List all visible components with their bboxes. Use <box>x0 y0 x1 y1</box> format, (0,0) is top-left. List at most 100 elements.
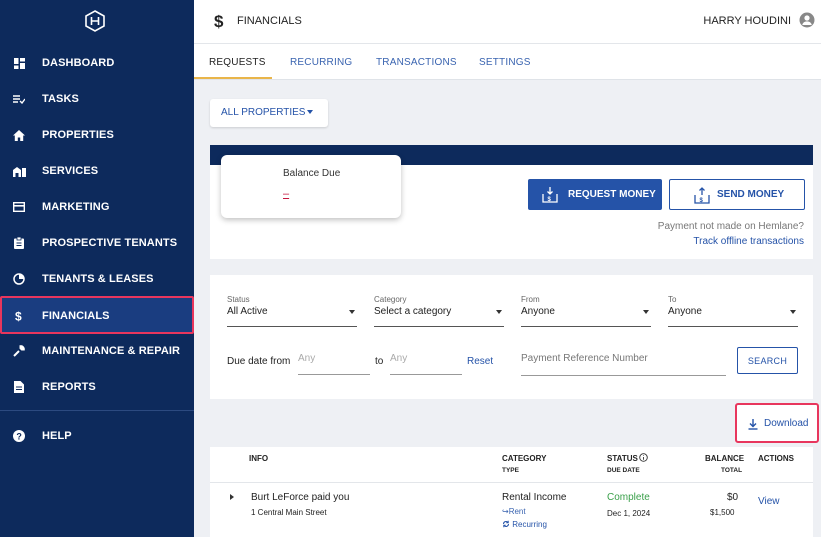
select-underline <box>374 326 504 327</box>
tab-requests[interactable]: REQUESTS <box>209 57 266 68</box>
sidebar-item-label: DASHBOARD <box>42 57 115 69</box>
services-icon <box>12 164 26 178</box>
sidebar-item-label: TENANTS & LEASES <box>42 273 154 285</box>
status-caption: Status <box>227 295 250 304</box>
sidebar-item-prospective-tenants[interactable]: PROSPECTIVE TENANTS <box>0 225 194 261</box>
tab-settings[interactable]: SETTINGS <box>479 57 531 68</box>
sidebar-item-help[interactable]: ? HELP <box>0 418 194 454</box>
recurring-label: Recurring <box>512 520 547 529</box>
sidebar-item-tasks[interactable]: TASKS <box>0 81 194 117</box>
from-caption: From <box>521 295 540 304</box>
request-money-label: REQUEST MONEY <box>568 189 656 200</box>
status-info-icon[interactable] <box>639 453 648 462</box>
sidebar-item-dashboard[interactable]: DASHBOARD <box>0 45 194 81</box>
report-icon <box>12 380 26 394</box>
view-link[interactable]: View <box>758 496 780 507</box>
due-date-from-input[interactable]: Any <box>298 346 370 375</box>
dashboard-icon <box>12 56 26 70</box>
sidebar-item-label: HELP <box>42 430 72 442</box>
tab-bar: REQUESTS RECURRING TRANSACTIONS SETTINGS <box>194 44 821 80</box>
sidebar-item-label: MAINTENANCE & REPAIR <box>42 345 181 357</box>
sidebar-item-maintenance[interactable]: MAINTENANCE & REPAIR <box>0 333 194 369</box>
balance-panel: Balance Due – $ REQUEST MONEY $ SEND MON… <box>210 145 813 259</box>
user-avatar-icon[interactable] <box>799 12 815 28</box>
clipboard-icon <box>12 236 26 250</box>
all-properties-dropdown[interactable]: ALL PROPERTIES <box>210 99 328 127</box>
track-offline-link[interactable]: Track offline transactions <box>693 236 804 247</box>
column-subheader-due-date: DUE DATE <box>607 467 640 474</box>
category-caption: Category <box>374 295 407 304</box>
sidebar-item-tenants-leases[interactable]: TENANTS & LEASES <box>0 261 194 297</box>
row-category: Rental Income <box>502 492 567 503</box>
select-underline <box>227 326 357 327</box>
recurring-indicator: Recurring <box>502 520 547 529</box>
row-address: 1 Central Main Street <box>251 508 327 517</box>
filter-panel: Status All Active Category Select a cate… <box>210 275 813 399</box>
category-value: Select a category <box>374 306 452 317</box>
sidebar-item-label: PROPERTIES <box>42 129 114 141</box>
caret-down-icon <box>307 110 313 114</box>
row-status: Complete <box>607 492 650 503</box>
offline-payment-note: Payment not made on Hemlane? <box>657 221 804 232</box>
to-select[interactable]: To Anyone <box>668 289 798 327</box>
row-balance: $0 <box>727 492 739 503</box>
from-select[interactable]: From Anyone <box>521 289 651 327</box>
column-header-balance: BALANCE <box>705 454 745 463</box>
balance-due-value[interactable]: – <box>283 188 289 200</box>
status-value: All Active <box>227 306 268 317</box>
select-underline <box>668 326 798 327</box>
search-button[interactable]: SEARCH <box>737 347 798 374</box>
column-header-category: CATEGORY <box>502 454 547 463</box>
sidebar-divider <box>0 410 194 411</box>
request-money-button[interactable]: $ REQUEST MONEY <box>528 179 662 210</box>
balance-due-title: Balance Due <box>283 168 341 179</box>
row-total: $1,500 <box>710 508 735 517</box>
column-subheader-type: TYPE <box>502 467 519 474</box>
to-caption: To <box>668 295 677 304</box>
balance-due-card: Balance Due – <box>221 155 401 218</box>
reset-link[interactable]: Reset <box>467 356 493 367</box>
row-title: Burt LeForce paid you <box>251 492 350 503</box>
send-money-button[interactable]: $ SEND MONEY <box>669 179 805 210</box>
send-money-icon: $ <box>694 187 710 204</box>
column-header-status: STATUS <box>607 454 638 463</box>
sidebar-item-label: FINANCIALS <box>42 310 110 322</box>
due-date-label: Due date from <box>227 356 291 367</box>
payment-reference-input[interactable]: Payment Reference Number <box>521 346 726 376</box>
hexagon-logo-icon[interactable] <box>84 10 106 32</box>
recurring-icon <box>503 520 509 528</box>
column-subheader-total: TOTAL <box>721 467 743 474</box>
sidebar-item-properties[interactable]: PROPERTIES <box>0 117 194 153</box>
send-money-label: SEND MONEY <box>717 189 785 200</box>
from-value: Anyone <box>521 306 555 317</box>
status-select[interactable]: Status All Active <box>227 289 357 327</box>
home-icon <box>12 128 26 142</box>
svg-text:$: $ <box>15 310 22 322</box>
sidebar-item-label: MARKETING <box>42 201 110 213</box>
tab-recurring[interactable]: RECURRING <box>290 57 352 68</box>
user-name[interactable]: HARRY HOUDINI <box>703 15 791 27</box>
select-underline <box>521 326 651 327</box>
marketing-icon <box>12 200 26 214</box>
download-icon <box>748 419 758 430</box>
due-date-to-input[interactable]: Any <box>390 346 462 375</box>
row-type: ↪Rent <box>502 507 526 516</box>
sidebar-item-marketing[interactable]: MARKETING <box>0 189 194 225</box>
tasks-icon <box>12 92 26 106</box>
caret-down-icon <box>496 310 502 314</box>
date-to-label: to <box>375 356 384 367</box>
column-header-actions: ACTIONS <box>758 454 794 463</box>
download-button[interactable]: Download <box>735 403 819 443</box>
tab-transactions[interactable]: TRANSACTIONS <box>376 57 457 68</box>
caret-down-icon <box>349 310 355 314</box>
sidebar-item-label: SERVICES <box>42 165 99 177</box>
sidebar-item-services[interactable]: SERVICES <box>0 153 194 189</box>
column-header-info: INFO <box>249 454 269 463</box>
sidebar-item-label: PROSPECTIVE TENANTS <box>42 237 178 249</box>
dollar-icon: $ <box>12 309 26 323</box>
expand-row-icon[interactable] <box>230 494 234 500</box>
wrench-icon <box>12 344 26 358</box>
category-select[interactable]: Category Select a category <box>374 289 504 327</box>
sidebar-item-financials[interactable]: $ FINANCIALS <box>0 296 194 334</box>
sidebar-item-reports[interactable]: REPORTS <box>0 369 194 405</box>
